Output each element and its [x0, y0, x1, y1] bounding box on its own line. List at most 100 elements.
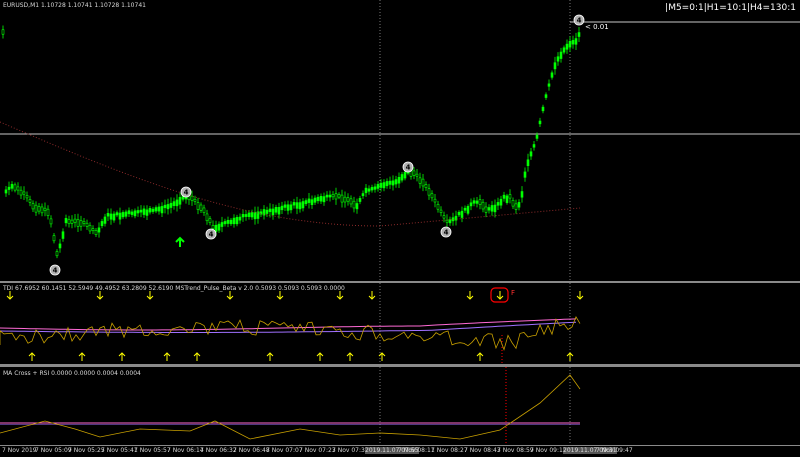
tdi-signal-line: [0, 318, 577, 331]
candlestick: [349, 198, 353, 205]
candlestick: [376, 184, 380, 189]
candlestick: [268, 208, 272, 213]
candlestick: [430, 193, 434, 199]
candlestick: [265, 209, 269, 214]
price-chart-canvas[interactable]: 4 4 4 4 4 4: [0, 0, 800, 281]
candlestick: [289, 204, 293, 211]
candlestick: [499, 198, 503, 206]
candlestick: [229, 219, 233, 225]
candlestick: [220, 222, 224, 227]
candlestick: [334, 193, 338, 200]
candlestick: [463, 207, 467, 211]
time-axis-label: 7 Nov 05:57: [134, 447, 171, 454]
candlestick: [487, 207, 491, 211]
candlestick: [13, 184, 17, 191]
time-axis-label: 7 Nov 06:32: [200, 447, 237, 454]
time-axis[interactable]: 7 Nov 2019 7 Nov 05:09 7 Nov 05:25 7 Nov 05…: [0, 445, 800, 457]
candlestick: [415, 173, 419, 177]
candlestick: [88, 224, 92, 232]
candlestick: [496, 202, 500, 206]
candlestick: [277, 207, 281, 215]
candlestick: [190, 195, 194, 201]
buy-arrow-icon: [175, 236, 185, 247]
candlestick: [16, 186, 20, 191]
candlestick: [40, 206, 44, 214]
candlestick: [115, 212, 119, 216]
candlestick: [241, 214, 245, 218]
buy-arrow-icon: [346, 352, 354, 361]
candlestick: [526, 159, 530, 167]
candlestick: [91, 228, 95, 231]
candlestick: [358, 198, 362, 202]
tdi-indicator-canvas[interactable]: [0, 283, 800, 364]
candlestick: [448, 219, 452, 224]
candlestick: [379, 182, 383, 188]
ma-cross-rsi-canvas[interactable]: [0, 367, 800, 445]
candlestick: [373, 186, 377, 190]
candlestick: [100, 221, 104, 227]
candlestick: [436, 203, 440, 210]
candlestick: [283, 204, 287, 208]
time-axis-label: 7 Nov 05:25: [68, 447, 105, 454]
buy-arrow-icon: [28, 352, 36, 361]
candlestick: [397, 176, 401, 184]
tdi-indicator-pane[interactable]: TDI 67.6952 60.1451 52.5949 49.4952 63.2…: [0, 283, 800, 364]
timeframe-status-label: |M5=0:1|H1=10:1|H4=130:1: [665, 3, 796, 13]
candlestick: [238, 216, 242, 221]
candlestick: [199, 204, 203, 211]
candlestick: [61, 231, 65, 239]
candlestick: [280, 205, 284, 211]
candlestick: [547, 83, 551, 87]
candlestick: [529, 151, 533, 157]
candlestick: [295, 202, 299, 209]
candlestick: [79, 220, 83, 227]
candlestick: [565, 43, 569, 50]
candlestick: [202, 207, 206, 213]
candlestick: [97, 227, 101, 233]
candlestick: [121, 212, 125, 218]
candlestick: [457, 211, 461, 216]
candlestick: [568, 40, 572, 48]
main-price-chart[interactable]: 4 4 4 4 4 4 EURUSD,M1 1.10728 1.10741 1.10728…: [0, 0, 800, 281]
candlestick: [31, 203, 35, 210]
candlestick: [424, 184, 428, 189]
candlestick: [37, 206, 41, 212]
candlestick: [178, 197, 182, 205]
time-axis-label: 7 Nov 09:15: [530, 447, 567, 454]
candlestick: [316, 196, 320, 202]
ma-cross-rsi-pane[interactable]: MA Cross + RSI 0.0000 0.0000 0.0004 0.00…: [0, 367, 800, 445]
candlestick: [106, 213, 110, 217]
sell-arrow-icon: [368, 291, 376, 300]
candlestick: [331, 194, 335, 198]
candlestick: [217, 223, 221, 231]
candlestick: [250, 212, 254, 218]
candlestick: [304, 200, 308, 205]
candlestick: [1, 29, 5, 35]
candlestick: [346, 197, 350, 202]
candlestick: [484, 206, 488, 213]
candlestick: [193, 198, 197, 202]
candlestick: [148, 208, 152, 213]
candlestick: [298, 202, 302, 210]
time-axis-label: 7 Nov 09:47: [596, 447, 633, 454]
candlestick: [514, 203, 518, 210]
buy-arrow-icon: [193, 352, 201, 361]
candlestick: [385, 181, 389, 187]
candlestick: [76, 219, 80, 227]
candlestick: [508, 194, 512, 199]
candlestick: [550, 72, 554, 78]
candlestick: [352, 200, 356, 209]
candlestick: [46, 208, 50, 216]
candlestick: [466, 206, 470, 214]
candlestick: [154, 207, 158, 212]
candlestick: [157, 206, 161, 212]
candlestick: [175, 199, 179, 207]
time-axis-label: 7 Nov 07:23: [299, 447, 336, 454]
time-axis-label: 7 Nov 05:41: [101, 447, 138, 454]
swing-marker-label: 4: [53, 267, 58, 275]
candlestick: [271, 208, 275, 216]
candlestick: [574, 38, 578, 45]
candlestick: [130, 211, 134, 215]
candlestick: [223, 221, 227, 225]
candlestick: [64, 218, 68, 224]
